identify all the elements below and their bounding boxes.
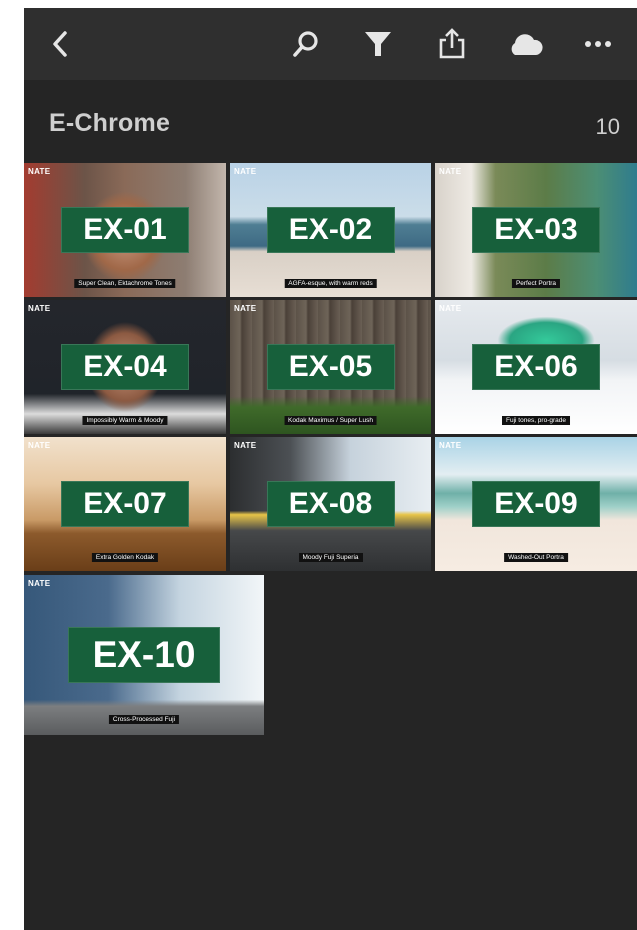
preset-caption: Washed-Out Portra	[504, 553, 568, 562]
preset-caption: Cross-Processed Fuji	[108, 715, 180, 724]
brand-label: NATE	[28, 579, 51, 588]
album-title: E-Chrome	[49, 109, 171, 137]
brand-label: NATE	[439, 304, 462, 313]
preset-code: EX-03	[472, 207, 600, 253]
brand-label: NATE	[234, 304, 257, 313]
photo-tile-ex-09[interactable]: NATE EX-09 Washed-Out Portra	[435, 437, 637, 571]
brand-label: NATE	[28, 304, 51, 313]
search-icon	[293, 31, 318, 57]
preset-caption: Fuji tones, pro-grade	[502, 416, 570, 425]
photo-tile-ex-07[interactable]: NATE EX-07 Extra Golden Kodak	[24, 437, 226, 571]
photo-tile-ex-01[interactable]: NATE EX-01 Super Clean, Ektachrome Tones	[24, 163, 226, 297]
preset-code: EX-07	[61, 481, 189, 527]
filter-button[interactable]	[356, 22, 400, 66]
preset-caption: Perfect Portra	[511, 279, 561, 288]
preset-code: EX-05	[266, 344, 395, 390]
preset-caption: Kodak Maximus / Super Lush	[284, 416, 377, 425]
cloud-icon	[511, 34, 543, 55]
brand-label: NATE	[439, 441, 462, 450]
preset-caption: Super Clean, Ektachrome Tones	[74, 279, 176, 288]
photo-tile-ex-03[interactable]: NATE EX-03 Perfect Portra	[435, 163, 637, 297]
preset-code: EX-09	[472, 481, 600, 527]
photo-tile-ex-04[interactable]: NATE EX-04 Impossibly Warm & Moody	[24, 300, 226, 434]
preset-code: EX-08	[266, 481, 395, 527]
photo-tile-ex-02[interactable]: NATE EX-02 AGFA-esque, with warm reds	[230, 163, 431, 297]
search-button[interactable]	[284, 22, 328, 66]
top-toolbar	[24, 8, 637, 80]
brand-label: NATE	[234, 441, 257, 450]
cloud-button[interactable]	[503, 22, 547, 66]
preset-caption: Moody Fuji Superia	[298, 553, 363, 562]
preset-code: EX-06	[472, 344, 600, 390]
preset-code: EX-02	[266, 207, 395, 253]
photo-tile-ex-05[interactable]: NATE EX-05 Kodak Maximus / Super Lush	[230, 300, 431, 434]
preset-caption: AGFA-esque, with warm reds	[284, 279, 377, 288]
filter-icon	[365, 32, 391, 56]
photo-tile-ex-06[interactable]: NATE EX-06 Fuji tones, pro-grade	[435, 300, 637, 434]
share-button[interactable]	[430, 22, 474, 66]
brand-label: NATE	[28, 441, 51, 450]
photo-tile-ex-08[interactable]: NATE EX-08 Moody Fuji Superia	[230, 437, 431, 571]
brand-label: NATE	[234, 167, 257, 176]
photo-tile-ex-10[interactable]: NATE EX-10 Cross-Processed Fuji	[24, 575, 264, 735]
back-button[interactable]	[38, 22, 82, 66]
brand-label: NATE	[28, 167, 51, 176]
brand-label: NATE	[439, 167, 462, 176]
preset-code: EX-01	[61, 207, 189, 253]
preset-caption: Extra Golden Kodak	[91, 553, 159, 562]
preset-code: EX-10	[68, 627, 220, 683]
preset-caption: Impossibly Warm & Moody	[82, 416, 168, 425]
share-icon	[439, 28, 465, 59]
preset-code: EX-04	[61, 344, 189, 390]
app-screen: E-Chrome 10 NATE EX-01 Super Clean, Ekta…	[24, 8, 637, 930]
more-icon	[585, 41, 611, 47]
chevron-left-icon	[53, 31, 67, 57]
more-button[interactable]	[576, 22, 620, 66]
photo-count: 10	[595, 114, 620, 139]
